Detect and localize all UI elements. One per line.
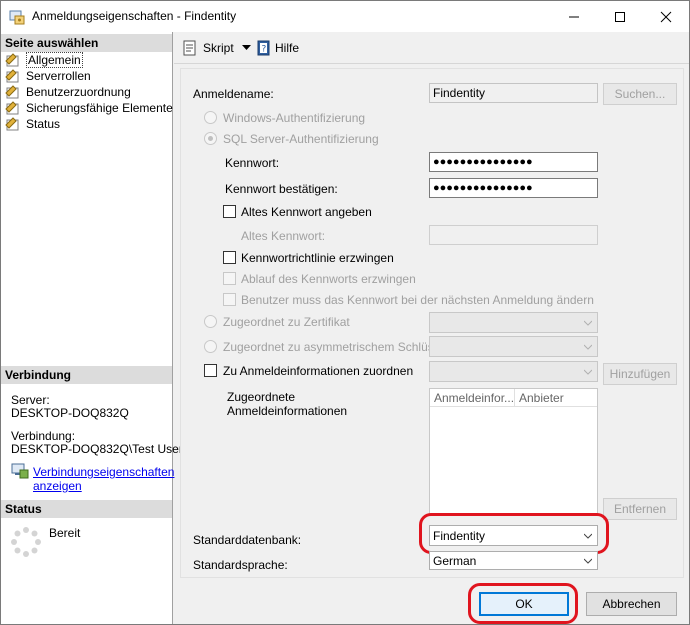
wrench-page-icon (5, 69, 21, 83)
wrench-page-icon (5, 117, 21, 131)
windows-auth-radio[interactable] (204, 111, 217, 124)
minimize-button[interactable] (551, 1, 597, 32)
close-button[interactable] (643, 1, 689, 32)
wrench-page-icon (5, 53, 21, 67)
left-pane: Seite auswählen Allgemein Serverrollen B… (1, 32, 183, 624)
sql-auth-radio[interactable] (204, 132, 217, 145)
close-icon (660, 11, 672, 22)
minimize-icon (569, 16, 579, 17)
connection-link-line2: anzeigen (33, 479, 82, 493)
page-item-general[interactable]: Allgemein (5, 52, 83, 68)
page-item-securables[interactable]: Sicherungsfähige Elemente (5, 100, 173, 116)
page-item-label: Allgemein (26, 52, 83, 68)
page-item-label: Benutzerzuordnung (26, 85, 131, 99)
login-properties-dialog: Anmeldungseigenschaften - Findentity Sei… (0, 0, 690, 625)
page-item-label: Serverrollen (26, 69, 91, 83)
wrench-page-icon (5, 101, 21, 115)
old-password-checkbox[interactable] (223, 205, 236, 218)
login-name-input[interactable]: Findentity (429, 83, 598, 103)
credential-select[interactable] (429, 361, 598, 382)
ok-button-highlight (468, 583, 578, 624)
title-bar[interactable]: Anmeldungseigenschaften - Findentity (1, 1, 689, 32)
certificate-select[interactable] (429, 312, 598, 333)
enforce-expiration-label: Ablauf des Kennworts erzwingen (241, 272, 416, 286)
mapped-credentials-line2: Anmeldeinformationen (227, 404, 348, 418)
select-page-header: Seite auswählen (1, 34, 172, 52)
asymmetric-key-label: Zugeordnet zu asymmetrischem Schlüssel (223, 340, 450, 354)
must-change-label: Benutzer muss das Kennwort bei der nächs… (241, 293, 594, 307)
script-icon (183, 40, 196, 56)
progress-spinner-icon (11, 527, 41, 557)
page-item-server-roles[interactable]: Serverrollen (5, 68, 91, 84)
page-item-label: Sicherungsfähige Elemente (26, 101, 173, 115)
chevron-down-icon (584, 320, 592, 326)
old-password-input[interactable] (429, 225, 598, 245)
column-header-credential[interactable]: Anmeldeinfor... (430, 389, 515, 407)
maximize-button[interactable] (597, 1, 643, 32)
chevron-down-icon (584, 344, 592, 350)
sql-server-icon (9, 10, 25, 25)
enforce-policy-label: Kennwortrichtlinie erzwingen (241, 251, 394, 265)
default-database-highlight (419, 513, 609, 554)
password-label: Kennwort: (225, 156, 280, 170)
status-header: Status (1, 500, 172, 518)
help-label: Hilfe (275, 41, 300, 55)
enforce-policy-checkbox[interactable] (223, 251, 236, 264)
connection-link-line1: Verbindungseigenschaften (33, 465, 175, 479)
status-value: Bereit (49, 526, 81, 540)
default-language-label: Standardsprache: (193, 558, 288, 572)
chevron-down-icon (584, 369, 592, 375)
toolbar: Skript ? Hilfe (174, 32, 689, 64)
connection-label: Verbindung: (11, 429, 76, 443)
window-title: Anmeldungseigenschaften - Findentity (32, 9, 237, 23)
windows-auth-label: Windows-Authentifizierung (223, 111, 366, 125)
page-item-user-mapping[interactable]: Benutzerzuordnung (5, 84, 131, 100)
map-credential-label: Zu Anmeldeinformationen zuordnen (223, 364, 414, 378)
old-password-check-label: Altes Kennwort angeben (241, 205, 372, 219)
map-credential-checkbox[interactable] (204, 364, 217, 377)
maximize-icon (615, 11, 625, 22)
default-language-select[interactable]: German (429, 551, 598, 570)
column-header-provider[interactable]: Anbieter (515, 389, 597, 407)
page-item-label: Status (26, 117, 61, 131)
svg-text:?: ? (262, 45, 267, 55)
connection-properties-icon (11, 463, 29, 479)
default-database-label: Standarddatenbank: (193, 533, 302, 547)
enforce-expiration-checkbox[interactable] (223, 272, 236, 285)
asymmetric-key-select[interactable] (429, 336, 598, 357)
script-label: Skript (203, 41, 234, 55)
connection-header: Verbindung (1, 366, 172, 384)
login-name-label: Anmeldename: (193, 87, 274, 101)
wrench-page-icon (5, 85, 21, 99)
confirm-password-input[interactable]: ●●●●●●●●●●●●●●● (429, 178, 598, 198)
old-password-label: Altes Kennwort: (241, 229, 326, 243)
must-change-checkbox[interactable] (223, 293, 236, 306)
server-label: Server: (11, 393, 50, 407)
confirm-password-label: Kennwort bestätigen: (225, 182, 338, 196)
certificate-radio[interactable] (204, 315, 217, 328)
dropdown-arrow-icon (241, 45, 251, 50)
asymmetric-key-radio[interactable] (204, 340, 217, 353)
mapped-credentials-list[interactable]: Anmeldeinfor... Anbieter (429, 388, 598, 514)
add-credential-button[interactable]: Hinzufügen (603, 363, 677, 385)
script-button[interactable]: Skript (182, 40, 251, 56)
help-book-icon: ? (257, 40, 270, 56)
default-language-value: German (433, 553, 477, 568)
password-input[interactable]: ●●●●●●●●●●●●●●● (429, 152, 598, 172)
certificate-label: Zugeordnet zu Zertifikat (223, 315, 350, 329)
page-item-status[interactable]: Status (5, 116, 60, 132)
connection-properties-link[interactable]: Verbindungseigenschaften anzeigen (33, 465, 174, 493)
help-button[interactable]: ? Hilfe (256, 40, 299, 56)
sql-auth-label: SQL Server-Authentifizierung (223, 132, 379, 146)
connection-value: DESKTOP-DOQ832Q\Test User (11, 442, 183, 456)
mapped-credentials-label: Zugeordnete Anmeldeinformationen (227, 390, 347, 418)
remove-credential-button[interactable]: Entfernen (603, 498, 677, 520)
mapped-credentials-line1: Zugeordnete (227, 390, 296, 404)
server-value: DESKTOP-DOQ832Q (11, 406, 129, 420)
cancel-button[interactable]: Abbrechen (586, 592, 677, 616)
search-button[interactable]: Suchen... (603, 83, 677, 105)
chevron-down-icon (584, 558, 592, 564)
